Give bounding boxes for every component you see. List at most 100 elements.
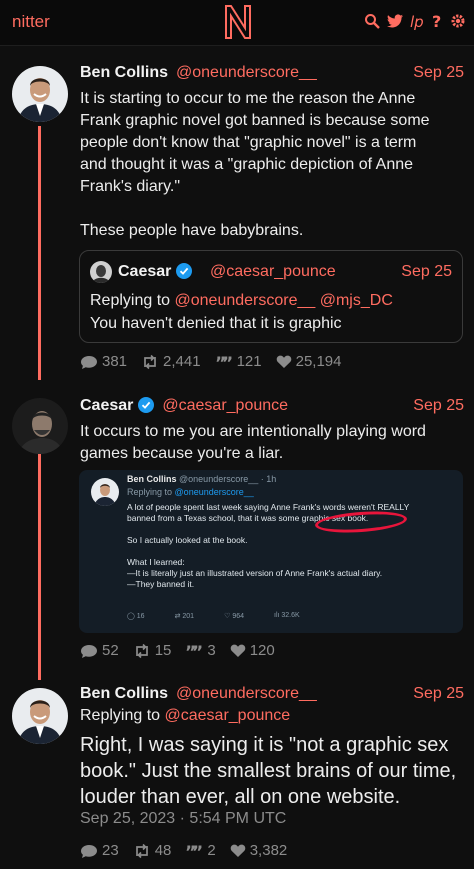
tweet-username[interactable]: @caesar_pounce — [162, 397, 288, 415]
nitter-logo-icon[interactable] — [222, 2, 254, 42]
quote-avatar[interactable] — [90, 261, 112, 283]
quote-icon: ”” — [185, 643, 203, 659]
retweet-icon — [144, 354, 156, 369]
search-icon[interactable] — [364, 12, 380, 30]
quote-replying-to: Replying to @oneunderscore__ @mjs_DC — [90, 292, 393, 310]
verified-badge-icon — [176, 263, 193, 279]
retweets-count: 2,441 — [163, 353, 201, 370]
quotes-count: 121 — [236, 353, 262, 370]
quote-username[interactable]: @caesar_pounce — [210, 263, 336, 281]
screenshot-replying-to: Replying to @oneunderscore__ — [127, 487, 254, 497]
quote-text: You haven't denied that it is graphic — [90, 315, 342, 332]
quoted-tweet[interactable]: Caesar @caesar_pounce Sep 25 Replying to… — [79, 250, 463, 343]
tweet-date[interactable]: Sep 25 — [413, 64, 464, 82]
tweet-fullname-text: Caesar — [80, 397, 134, 414]
tweet-stats: 52 15 ”” 3 120 — [80, 642, 275, 659]
screenshot-likes: ♡ 964 — [224, 613, 244, 620]
screenshot-replying-label: Replying to — [127, 487, 173, 497]
svg-text:”: ” — [222, 354, 233, 370]
retweet-icon — [135, 843, 148, 858]
nav-icon-group: lp ? — [364, 12, 466, 31]
screenshot-handle: @oneunderscore__ · 1h — [179, 474, 277, 484]
screenshot-fullname: Ben Collins — [127, 474, 177, 484]
screenshot-replying-link: @oneunderscore__ — [174, 487, 254, 497]
svg-text:”: ” — [192, 643, 203, 659]
replies-stat[interactable]: 381 — [80, 353, 127, 370]
likes-stat[interactable]: 120 — [230, 642, 275, 659]
screenshot-views: ılı 32.6K — [274, 612, 300, 619]
tweet-username[interactable]: @oneunderscore__ — [176, 64, 317, 82]
retweets-stat[interactable]: 48 — [133, 842, 172, 859]
retweets-count: 48 — [154, 842, 172, 859]
rss-icon[interactable]: lp — [410, 12, 426, 31]
screenshot-retweets: ⇄ 201 — [174, 613, 195, 620]
quotes-count: 3 — [207, 642, 216, 659]
svg-text:”: ” — [192, 843, 203, 859]
replying-to: Replying to @caesar_pounce — [80, 707, 290, 725]
replying-to-link[interactable]: @oneunderscore__ — [175, 292, 316, 309]
screenshot-body-text: A lot of people spent last week saying A… — [127, 502, 410, 589]
replies-count: 23 — [102, 842, 119, 859]
heart-icon — [230, 844, 245, 857]
quote-icon: ”” — [185, 843, 203, 859]
attached-screenshot-image[interactable]: Ben Collins @oneunderscore__ · 1h Replyi… — [79, 470, 463, 633]
quotes-stat[interactable]: ”” 121 — [215, 353, 262, 370]
avatar[interactable] — [12, 688, 68, 744]
tweet-date[interactable]: Sep 25 — [413, 685, 464, 703]
quote-date[interactable]: Sep 25 — [401, 263, 452, 281]
tweet-stats: 23 48 ”” 2 3,382 — [80, 842, 287, 859]
retweet-icon — [135, 643, 148, 658]
site-brand-link[interactable]: nitter — [12, 12, 50, 32]
quote-fullname[interactable]: Caesar — [118, 263, 193, 281]
tweet-fullname[interactable]: Ben Collins — [80, 64, 168, 82]
replying-to-label: Replying to — [80, 707, 161, 724]
retweets-stat[interactable]: 15 — [133, 642, 172, 659]
screenshot-author: Ben Collins @oneunderscore__ · 1h — [127, 474, 276, 484]
tweet-text: It is starting to occur to me the reason… — [80, 90, 430, 239]
quotes-stat[interactable]: ”” 3 — [185, 642, 215, 659]
replies-count: 52 — [102, 642, 119, 659]
heart-icon — [230, 644, 245, 657]
replying-to-link[interactable]: @caesar_pounce — [165, 707, 291, 724]
replying-to-link[interactable]: @mjs_DC — [320, 292, 393, 309]
quotes-count: 2 — [207, 842, 216, 859]
replying-to-label: Replying to — [90, 292, 171, 309]
tweet-text: It occurs to me you are intentionally pl… — [80, 423, 426, 462]
screenshot-views-count: 32.6K — [281, 612, 300, 619]
likes-count: 25,194 — [295, 353, 342, 370]
thread-connector-line — [38, 126, 41, 380]
tweet-fullname[interactable]: Ben Collins — [80, 685, 168, 703]
likes-stat[interactable]: 25,194 — [276, 353, 342, 370]
twitter-bird-icon[interactable] — [386, 12, 404, 30]
retweets-count: 15 — [154, 642, 172, 659]
screenshot-replies-count: 16 — [136, 613, 145, 620]
main-tweet-text: Right, I was saying it is "not a graphic… — [80, 734, 457, 808]
replies-stat[interactable]: 23 — [80, 842, 119, 859]
svg-text:?: ? — [432, 12, 441, 30]
tweet-stats: 381 2,441 ”” 121 25,194 — [80, 353, 342, 370]
heart-icon — [276, 355, 291, 368]
verified-badge-icon — [138, 397, 155, 413]
retweets-stat[interactable]: 2,441 — [141, 353, 201, 370]
navbar: nitter lp ? — [0, 0, 474, 46]
quote-icon: ”” — [215, 354, 233, 370]
comment-icon — [81, 644, 97, 658]
avatar[interactable] — [12, 66, 68, 122]
settings-icon[interactable] — [450, 12, 466, 30]
tweet-fullname[interactable]: Caesar — [80, 397, 155, 415]
quotes-stat[interactable]: ”” 2 — [185, 842, 215, 859]
comment-icon — [81, 355, 97, 369]
help-icon[interactable]: ? — [432, 12, 444, 31]
replies-stat[interactable]: 52 — [80, 642, 119, 659]
tweet-username[interactable]: @oneunderscore__ — [176, 685, 317, 703]
screenshot-stats: ◯ 16 ⇄ 201 ♡ 964 ılı 32.6K — [127, 612, 300, 620]
screenshot-avatar — [91, 478, 119, 506]
screenshot-replies: ◯ 16 — [127, 613, 145, 620]
avatar[interactable] — [12, 398, 68, 454]
likes-stat[interactable]: 3,382 — [230, 842, 288, 859]
comment-icon — [81, 844, 97, 858]
thread-connector-line — [38, 454, 41, 680]
likes-count: 3,382 — [249, 842, 288, 859]
tweet-published-date[interactable]: Sep 25, 2023 · 5:54 PM UTC — [80, 810, 286, 828]
tweet-date[interactable]: Sep 25 — [413, 397, 464, 415]
